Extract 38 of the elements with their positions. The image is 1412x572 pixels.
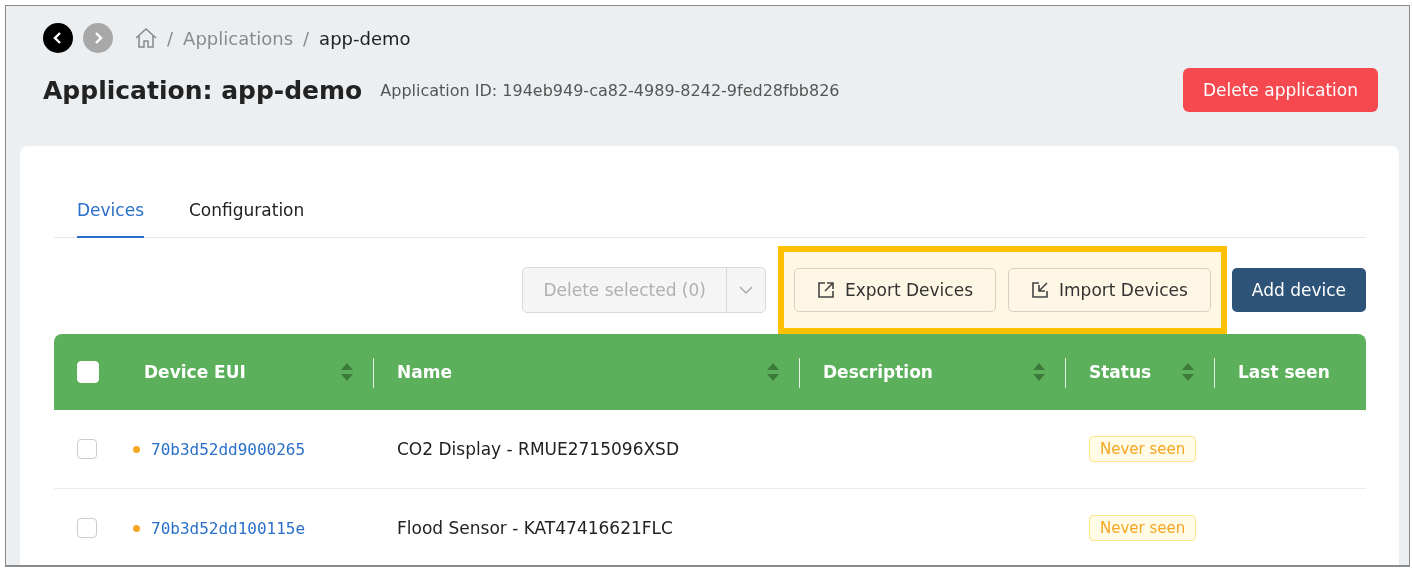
export-icon: [816, 281, 835, 299]
tab[interactable]: Configuration: [189, 194, 305, 238]
caret-icon: [738, 285, 753, 295]
column-header: Status: [1089, 362, 1152, 382]
breadcrumb-item: app-demo: [319, 27, 411, 49]
device-name: Flood Sensor - KAT47416621FLC: [397, 518, 673, 538]
sort-icon[interactable]: [340, 362, 354, 382]
column-header: Device EUI: [144, 362, 246, 382]
breadcrumb-separator: /: [167, 27, 174, 49]
add-device-button[interactable]: Add device: [1231, 268, 1366, 312]
device-eui-link[interactable]: 70b3d52dd9000265: [151, 439, 306, 459]
import-icon: [1031, 281, 1049, 299]
forward-button[interactable]: [83, 23, 113, 53]
delete-application-button[interactable]: Delete application: [1182, 68, 1378, 112]
export-devices-button[interactable]: Export Devices: [793, 268, 996, 312]
breadcrumb-item[interactable]: Applications: [183, 27, 294, 49]
chevron-left-icon: [52, 31, 64, 45]
column-header: Description: [823, 362, 933, 382]
chevron-right-icon: [92, 31, 104, 45]
sort-icon[interactable]: [1032, 362, 1046, 382]
device-name: CO2 Display - RMUE2715096XSD: [397, 439, 679, 459]
status-tag: Never seen: [1089, 515, 1197, 541]
breadcrumb-separator: /: [303, 27, 310, 49]
import-devices-button[interactable]: Import Devices: [1008, 268, 1211, 312]
status-tag: Never seen: [1089, 436, 1197, 462]
sort-icon[interactable]: [766, 362, 780, 382]
column-header: Last seen: [1238, 362, 1330, 382]
tab[interactable]: Devices: [77, 194, 144, 238]
application-id: Application ID: 194eb949-ca82-4989-8242-9fed28fbb826: [380, 80, 841, 100]
back-button[interactable]: [43, 23, 73, 53]
column-header: Name: [397, 362, 452, 382]
device-eui-link[interactable]: 70b3d52dd100115e: [151, 518, 306, 538]
select-all-checkbox[interactable]: [77, 361, 99, 383]
sort-icon[interactable]: [1181, 362, 1195, 382]
row-checkbox[interactable]: [77, 518, 97, 538]
home-icon[interactable]: [135, 28, 157, 48]
row-checkbox[interactable]: [77, 439, 97, 459]
page-title: Application: app-demo: [43, 75, 363, 105]
